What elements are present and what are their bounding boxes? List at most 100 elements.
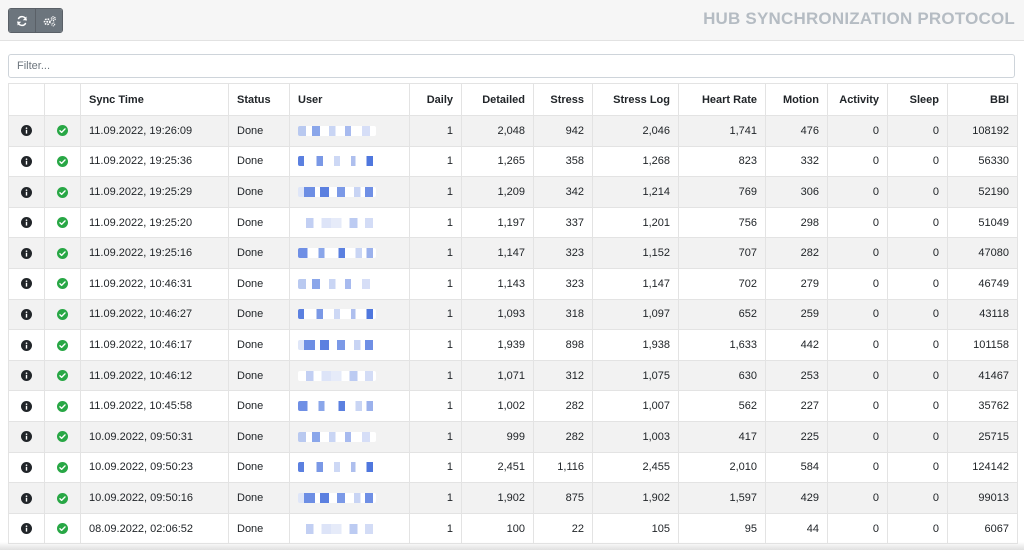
stress-log-cell: 105 <box>592 512 679 545</box>
motion-cell: 584 <box>765 451 828 484</box>
settings-button[interactable] <box>35 9 62 32</box>
row-info-cell[interactable] <box>8 359 45 392</box>
row-info-cell[interactable] <box>8 237 45 269</box>
blurred-user-name <box>298 340 376 351</box>
scroll-fade <box>0 542 1024 550</box>
table-row[interactable]: 11.09.2022, 19:25:36 Done 1 1,265 358 1,268 82… <box>8 145 1018 178</box>
row-info-cell[interactable] <box>8 176 45 208</box>
sync-time-cell: 08.09.2022, 02:06:52 <box>80 512 229 545</box>
motion-cell: 442 <box>765 329 828 361</box>
table-row[interactable]: 11.09.2022, 10:46:27 Done 1 1,093 318 1,097 65… <box>8 298 1018 331</box>
info-circle-icon[interactable] <box>21 155 32 167</box>
column-header-stress-log[interactable]: Stress Log <box>592 83 679 116</box>
row-info-cell[interactable] <box>8 512 45 545</box>
stress-cell: 358 <box>533 145 593 178</box>
row-info-cell[interactable] <box>8 145 45 178</box>
user-cell <box>289 115 410 147</box>
bbi-cell: 35762 <box>947 390 1018 422</box>
info-circle-icon[interactable] <box>21 370 32 382</box>
table-row[interactable]: 10.09.2022, 09:50:31 Done 1 999 282 1,003 417 2… <box>8 420 1018 453</box>
table-row[interactable]: 08.09.2022, 02:06:52 Done 1 100 22 105 95 44 0 0 6… <box>8 512 1018 545</box>
info-circle-icon[interactable] <box>21 308 32 320</box>
filter-input[interactable] <box>8 54 1015 78</box>
column-header-motion[interactable]: Motion <box>765 83 828 116</box>
user-cell <box>289 482 410 514</box>
table-row[interactable]: 11.09.2022, 19:25:20 Done 1 1,197 337 1,201 75… <box>8 206 1018 239</box>
stress-cell: 323 <box>533 237 593 269</box>
activity-cell: 0 <box>827 298 888 331</box>
row-info-cell[interactable] <box>8 115 45 147</box>
stress-log-cell: 1,075 <box>592 359 679 392</box>
activity-cell: 0 <box>827 390 888 422</box>
bbi-cell: 43118 <box>947 298 1018 331</box>
info-circle-icon[interactable] <box>21 125 32 137</box>
bbi-cell: 108192 <box>947 115 1018 147</box>
motion-cell: 259 <box>765 298 828 331</box>
heart-rate-cell: 707 <box>678 237 766 269</box>
column-header-detailed[interactable]: Detailed <box>461 83 534 116</box>
sync-time-cell: 11.09.2022, 19:25:16 <box>80 237 229 269</box>
column-header-heart-rate[interactable]: Heart Rate <box>678 83 766 116</box>
status-cell: Done <box>228 237 290 269</box>
column-header-stress[interactable]: Stress <box>533 83 593 116</box>
table-row[interactable]: 11.09.2022, 10:46:17 Done 1 1,939 898 1,938 1,… <box>8 329 1018 361</box>
blurred-user-name <box>298 309 376 320</box>
info-circle-icon[interactable] <box>21 400 32 412</box>
table-row[interactable]: 11.09.2022, 19:26:09 Done 1 2,048 942 2,046 1,… <box>8 115 1018 147</box>
table-row[interactable]: 10.09.2022, 09:50:23 Done 1 2,451 1,116 2,455… <box>8 451 1018 484</box>
row-info-cell[interactable] <box>8 329 45 361</box>
refresh-icon <box>17 15 27 26</box>
table-row[interactable]: 11.09.2022, 10:46:12 Done 1 1,071 312 1,075 63… <box>8 359 1018 392</box>
info-circle-icon[interactable] <box>21 186 32 198</box>
stress-cell: 1,116 <box>533 451 593 484</box>
table-row[interactable]: 10.09.2022, 09:50:16 Done 1 1,902 875 1,902 1,… <box>8 482 1018 514</box>
info-circle-icon[interactable] <box>21 461 32 473</box>
column-header-daily[interactable]: Daily <box>409 83 462 116</box>
detailed-cell: 100 <box>461 512 534 545</box>
info-circle-icon[interactable] <box>21 492 32 504</box>
table-header-row: Sync Time Status User Daily Detailed Str… <box>8 83 1018 116</box>
row-info-cell[interactable] <box>8 267 45 300</box>
bbi-cell: 47080 <box>947 237 1018 269</box>
blurred-user-name <box>298 217 376 228</box>
daily-cell: 1 <box>409 176 462 208</box>
info-circle-icon[interactable] <box>21 217 32 229</box>
sync-table-container: Sync Time Status User Daily Detailed Str… <box>8 83 1018 545</box>
heart-rate-cell: 702 <box>678 267 766 300</box>
row-info-cell[interactable] <box>8 390 45 422</box>
detailed-cell: 2,451 <box>461 451 534 484</box>
detailed-cell: 1,265 <box>461 145 534 178</box>
row-info-cell[interactable] <box>8 298 45 331</box>
row-info-cell[interactable] <box>8 482 45 514</box>
heart-rate-cell: 95 <box>678 512 766 545</box>
motion-cell: 253 <box>765 359 828 392</box>
table-row[interactable]: 11.09.2022, 19:25:29 Done 1 1,209 342 1,214 76… <box>8 176 1018 208</box>
column-header-status[interactable]: Status <box>228 83 290 116</box>
row-info-cell[interactable] <box>8 451 45 484</box>
info-circle-icon[interactable] <box>21 247 32 259</box>
table-row[interactable]: 11.09.2022, 19:25:16 Done 1 1,147 323 1,152 70… <box>8 237 1018 269</box>
refresh-button[interactable] <box>9 9 35 32</box>
column-header-sync-time[interactable]: Sync Time <box>80 83 229 116</box>
bbi-cell: 25715 <box>947 420 1018 453</box>
user-cell <box>289 237 410 269</box>
table-row[interactable]: 11.09.2022, 10:45:58 Done 1 1,002 282 1,007 56… <box>8 390 1018 422</box>
column-header-sleep[interactable]: Sleep <box>887 83 948 116</box>
user-cell <box>289 298 410 331</box>
motion-cell: 429 <box>765 482 828 514</box>
sync-time-cell: 10.09.2022, 09:50:31 <box>80 420 229 453</box>
info-circle-icon[interactable] <box>21 523 32 535</box>
table-row[interactable]: 11.09.2022, 10:46:31 Done 1 1,143 323 1,147 70… <box>8 267 1018 300</box>
column-header-activity[interactable]: Activity <box>827 83 888 116</box>
column-header-bbi[interactable]: BBI <box>947 83 1018 116</box>
row-info-cell[interactable] <box>8 420 45 453</box>
status-cell: Done <box>228 206 290 239</box>
info-circle-icon[interactable] <box>21 431 32 443</box>
row-info-cell[interactable] <box>8 206 45 239</box>
info-circle-icon[interactable] <box>21 339 32 351</box>
info-circle-icon[interactable] <box>21 278 32 290</box>
sleep-cell: 0 <box>887 359 948 392</box>
column-header-user[interactable]: User <box>289 83 410 116</box>
stress-log-cell: 2,046 <box>592 115 679 147</box>
sleep-cell: 0 <box>887 145 948 178</box>
